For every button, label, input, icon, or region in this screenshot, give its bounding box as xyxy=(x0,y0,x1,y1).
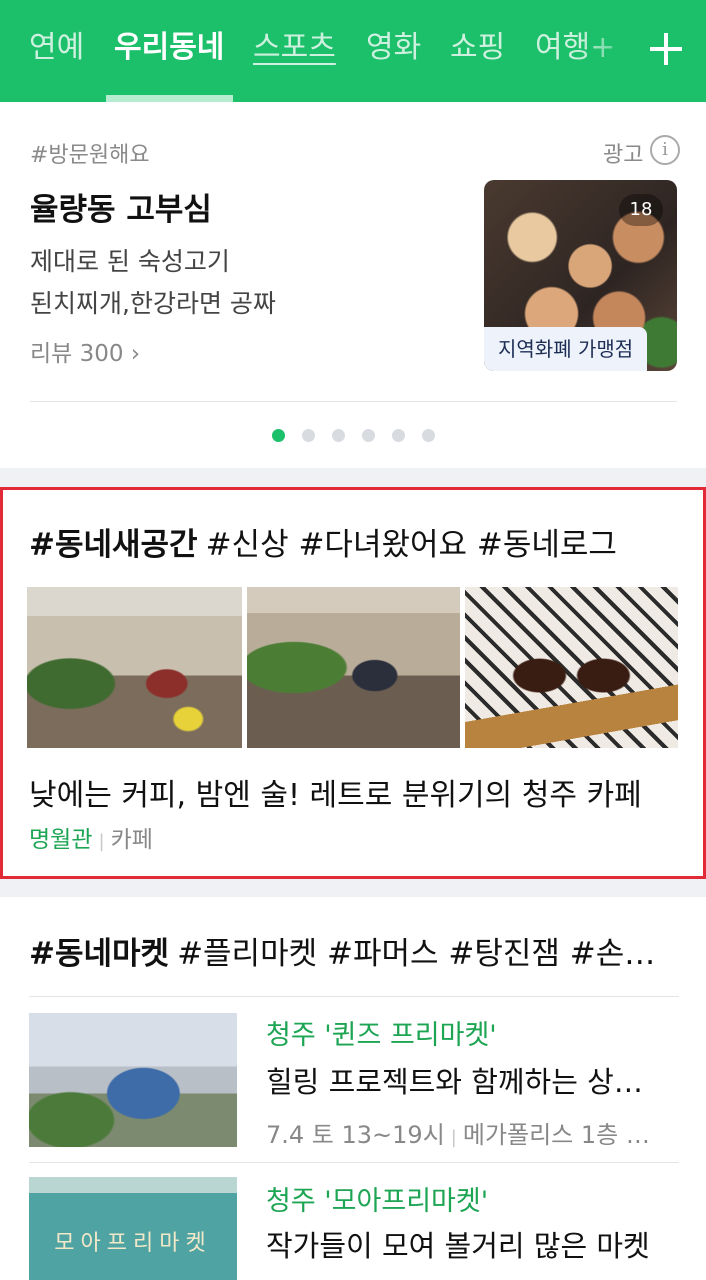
market-list-item[interactable]: 청주 '퀸즈 프리마켓' 힐링 프로젝트와 함께하는 상… 7.4 토 13~1… xyxy=(0,997,706,1150)
ad-label: 광고 xyxy=(603,143,644,168)
new-space-card[interactable]: #동네새공간 #신상 #다녀왔어요 #동네로그 낮에는 커피, 밤엔 술! 레트로… xyxy=(0,487,706,879)
divider xyxy=(30,401,677,402)
top-tab-bar: 연예 우리동네 스포츠 영화 쇼핑 여행+ xyxy=(0,0,706,102)
carousel-dot[interactable] xyxy=(302,429,315,442)
market-description: 힐링 프로젝트와 함께하는 상… xyxy=(266,1065,643,1099)
market-thumbnail: 모아프리마켓 xyxy=(29,1177,237,1280)
tab-sports[interactable]: 스포츠 xyxy=(253,22,336,74)
ad-title[interactable]: 율량동 고부심 xyxy=(30,184,212,229)
carousel-dot-active[interactable] xyxy=(272,429,285,442)
market-place: 메가폴리스 1층 … xyxy=(462,1121,650,1149)
tab-entertainment[interactable]: 연예 xyxy=(29,22,84,74)
market-description: 작가들이 모여 볼거리 많은 마켓 xyxy=(266,1229,650,1263)
section-hashtags[interactable]: #신상 #다녀왔어요 #동네로그 xyxy=(206,527,617,563)
tab-movies[interactable]: 영화 xyxy=(366,22,421,74)
ad-description-line: 된치찌개,한강라면 공짜 xyxy=(30,289,276,318)
review-count: 리뷰 300 xyxy=(30,341,124,367)
review-link[interactable]: 리뷰 300 › xyxy=(30,334,140,368)
coffee-drinks-photo[interactable] xyxy=(465,587,678,748)
carousel-dot[interactable] xyxy=(362,429,375,442)
place-name[interactable]: 명월관 xyxy=(29,827,92,853)
tab-shopping[interactable]: 쇼핑 xyxy=(450,22,505,74)
article-headline[interactable]: 낮에는 커피, 밤엔 술! 레트로 분위기의 청주 카페 xyxy=(29,770,642,814)
ad-hashtag[interactable]: #방문원해요 xyxy=(30,137,150,169)
market-name: 청주 '모아프리마켓' xyxy=(266,1186,489,1217)
carousel-dot[interactable] xyxy=(422,429,435,442)
photo-count-badge: 18 xyxy=(619,194,663,226)
market-thumbnail xyxy=(29,1013,237,1147)
section-main-hashtag[interactable]: #동네마켓 xyxy=(29,936,169,972)
market-card: #동네마켓 #플리마켓 #파머스 #탕진잼 #손… 청주 '퀸즈 프리마켓' 힐링… xyxy=(0,897,706,1280)
meta-separator: | xyxy=(450,1127,457,1148)
active-tab-indicator xyxy=(106,95,233,102)
cafe-interior-photo[interactable] xyxy=(247,587,460,748)
ad-card[interactable]: #방문원해요 광고 i 율량동 고부심 제대로 된 숙성고기 된치찌개,한강라면… xyxy=(0,102,706,468)
market-date: 7.4 토 13~19시 xyxy=(266,1121,445,1149)
ad-photo[interactable]: 18 지역화폐 가맹점 xyxy=(484,180,677,371)
market-info: 7.4 토 13~19시 | 메가폴리스 1층 … xyxy=(266,1115,678,1150)
ad-description-line: 제대로 된 숙성고기 xyxy=(30,247,230,276)
section-hashtags[interactable]: #플리마켓 #파머스 #탕진잼 #손… xyxy=(177,936,655,972)
market-list-item[interactable]: 모아프리마켓 청주 '모아프리마켓' 작가들이 모여 볼거리 많은 마켓 xyxy=(0,1163,706,1280)
carousel-dot[interactable] xyxy=(392,429,405,442)
add-tab-plus-icon[interactable] xyxy=(648,31,684,67)
meta-separator: | xyxy=(98,831,105,852)
tab-neighborhood[interactable]: 우리동네 xyxy=(114,22,224,74)
local-currency-badge: 지역화폐 가맹점 xyxy=(484,327,648,371)
place-category: 카페 xyxy=(110,827,153,853)
article-meta: 명월관 | 카페 xyxy=(29,820,153,854)
section-title: #동네마켓 #플리마켓 #파머스 #탕진잼 #손… xyxy=(29,928,679,973)
tab-fade-overlay xyxy=(580,22,640,82)
carousel-dot[interactable] xyxy=(332,429,345,442)
section-title: #동네새공간 #신상 #다녀왔어요 #동네로그 xyxy=(29,519,617,564)
section-main-hashtag[interactable]: #동네새공간 xyxy=(29,527,198,563)
cafe-interior-photo[interactable] xyxy=(27,587,242,748)
thumbnail-caption: 모아프리마켓 xyxy=(54,1231,212,1256)
info-icon[interactable]: i xyxy=(650,135,680,165)
chevron-right-icon: › xyxy=(130,341,141,367)
market-name: 청주 '퀸즈 프리마켓' xyxy=(266,1020,497,1051)
